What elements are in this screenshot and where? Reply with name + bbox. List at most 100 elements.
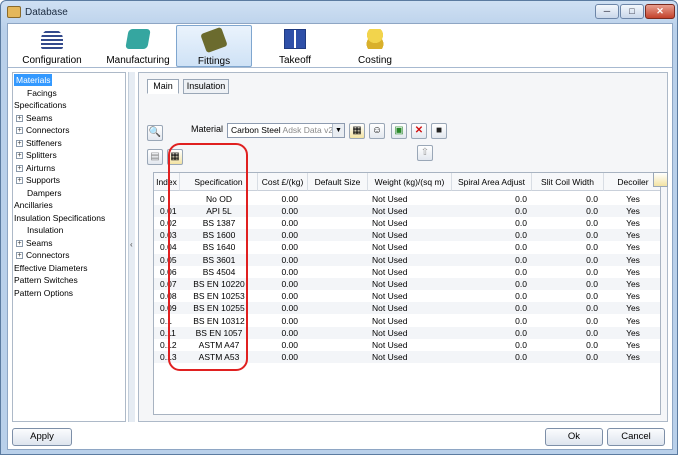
cell-cost[interactable]: 0.00 (258, 241, 298, 253)
expand-icon[interactable]: + (16, 177, 23, 184)
sidebar-item-effective-diameters[interactable]: Effective Diameters (14, 262, 88, 274)
expand-icon[interactable]: + (16, 152, 23, 159)
cancel-button[interactable]: Cancel (607, 428, 665, 446)
user-icon[interactable]: ☺ (369, 123, 385, 139)
cell-spiral-area-adjust[interactable]: 0.0 (452, 205, 527, 217)
sidebar-item-facings[interactable]: Facings (27, 87, 57, 99)
column-header-slit-coil-width[interactable]: Slit Coil Width (532, 173, 604, 191)
cell-decoiler[interactable]: Yes (604, 217, 660, 229)
cell-default-size[interactable] (308, 254, 368, 266)
expand-icon[interactable]: + (16, 139, 23, 147)
sidebar-item-pattern-switches[interactable]: Pattern Switches (14, 274, 78, 286)
sidebar-item-insulation-seams[interactable]: + Seams (16, 237, 52, 249)
cell-default-size[interactable] (308, 327, 368, 339)
cell-decoiler[interactable]: Yes (604, 241, 660, 253)
cell-slit-coil-width[interactable]: 0.0 (532, 193, 598, 205)
cell-cost[interactable]: 0.00 (258, 278, 298, 290)
cell-default-size[interactable] (308, 290, 368, 302)
tab-costing[interactable]: Costing (338, 25, 412, 67)
tab-manufacturing[interactable]: Manufacturing (96, 25, 180, 67)
cell-weight[interactable]: Not Used (372, 315, 452, 327)
sidebar-item-splitters[interactable]: + Splitters (16, 149, 57, 161)
cell-weight[interactable]: Not Used (372, 193, 452, 205)
cell-weight[interactable]: Not Used (372, 339, 452, 351)
column-header-cost[interactable]: Cost £/(kg) (258, 173, 308, 191)
maximize-button[interactable]: □ (620, 4, 644, 19)
cell-slit-coil-width[interactable]: 0.0 (532, 217, 598, 229)
sidebar-item-airturns[interactable]: + Airturns (16, 162, 55, 174)
cell-slit-coil-width[interactable]: 0.0 (532, 205, 598, 217)
sidebar-item-connectors[interactable]: + Connectors (16, 124, 69, 136)
close-button[interactable]: ✕ (645, 4, 675, 19)
cell-slit-coil-width[interactable]: 0.0 (532, 302, 598, 314)
sidebar-item-insulation-specifications[interactable]: Insulation Specifications (14, 212, 105, 224)
cell-cost[interactable]: 0.00 (258, 290, 298, 302)
upload-icon[interactable]: ⇧ (417, 145, 433, 161)
apply-button[interactable]: Apply (12, 428, 72, 446)
cell-default-size[interactable] (308, 229, 368, 241)
material-select[interactable]: Carbon Steel Adsk Data v2 ▼ (227, 123, 345, 138)
cell-slit-coil-width[interactable]: 0.0 (532, 266, 598, 278)
expand-icon[interactable]: + (16, 252, 23, 259)
subtab-insulation[interactable]: Insulation (183, 79, 229, 94)
title-bar[interactable]: Database ─ □ ✕ (1, 1, 677, 23)
cell-slit-coil-width[interactable]: 0.0 (532, 254, 598, 266)
cell-weight[interactable]: Not Used (372, 327, 452, 339)
cell-decoiler[interactable]: Yes (604, 205, 660, 217)
cell-default-size[interactable] (308, 339, 368, 351)
sidebar-item-specifications[interactable]: Specifications (14, 99, 66, 111)
cell-weight[interactable]: Not Used (372, 217, 452, 229)
collapse-arrow-icon[interactable]: ‹ (130, 240, 133, 249)
tab-configuration[interactable]: Configuration (12, 25, 92, 67)
chevron-down-icon[interactable]: ▼ (332, 124, 344, 137)
cell-default-size[interactable] (308, 302, 368, 314)
cell-weight[interactable]: Not Used (372, 302, 452, 314)
cell-cost[interactable]: 0.00 (258, 327, 298, 339)
ok-button[interactable]: Ok (545, 428, 603, 446)
cell-decoiler[interactable]: Yes (604, 229, 660, 241)
cell-spiral-area-adjust[interactable]: 0.0 (452, 193, 527, 205)
cell-default-size[interactable] (308, 193, 368, 205)
cell-spiral-area-adjust[interactable]: 0.0 (452, 278, 527, 290)
cell-cost[interactable]: 0.00 (258, 205, 298, 217)
delete-icon[interactable]: ✕ (411, 123, 427, 139)
cell-cost[interactable]: 0.00 (258, 302, 298, 314)
cell-spiral-area-adjust[interactable]: 0.0 (452, 315, 527, 327)
black-square-icon[interactable]: ■ (431, 123, 447, 139)
cell-default-size[interactable] (308, 266, 368, 278)
cell-spiral-area-adjust[interactable]: 0.0 (452, 351, 527, 363)
cell-decoiler[interactable]: Yes (604, 315, 660, 327)
cell-cost[interactable]: 0.00 (258, 266, 298, 278)
sidebar-item-insulation[interactable]: Insulation (27, 224, 63, 236)
sidebar-item-pattern-options[interactable]: Pattern Options (14, 287, 73, 299)
cell-spiral-area-adjust[interactable]: 0.0 (452, 339, 527, 351)
table-icon[interactable]: ▤ (147, 149, 163, 165)
cell-cost[interactable]: 0.00 (258, 339, 298, 351)
cell-weight[interactable]: Not Used (372, 351, 452, 363)
cell-weight[interactable]: Not Used (372, 290, 452, 302)
column-header-weight[interactable]: Weight (kg)/(sq m) (368, 173, 452, 191)
preview-icon[interactable]: 🔍 (147, 125, 163, 141)
cell-spiral-area-adjust[interactable]: 0.0 (452, 266, 527, 278)
cell-weight[interactable]: Not Used (372, 278, 452, 290)
cell-default-size[interactable] (308, 205, 368, 217)
cell-default-size[interactable] (308, 351, 368, 363)
sidebar-item-insulation-connectors[interactable]: + Connectors (16, 249, 69, 261)
cell-slit-coil-width[interactable]: 0.0 (532, 278, 598, 290)
cell-cost[interactable]: 0.00 (258, 229, 298, 241)
cell-cost[interactable]: 0.00 (258, 193, 298, 205)
cell-decoiler[interactable]: Yes (604, 266, 660, 278)
expand-icon[interactable]: + (16, 239, 23, 247)
cell-slit-coil-width[interactable]: 0.0 (532, 351, 598, 363)
cell-weight[interactable]: Not Used (372, 241, 452, 253)
cell-slit-coil-width[interactable]: 0.0 (532, 290, 598, 302)
cell-weight[interactable]: Not Used (372, 266, 452, 278)
cell-cost[interactable]: 0.00 (258, 351, 298, 363)
cell-cost[interactable]: 0.00 (258, 315, 298, 327)
cell-default-size[interactable] (308, 217, 368, 229)
cell-default-size[interactable] (308, 315, 368, 327)
cell-decoiler[interactable]: Yes (604, 327, 660, 339)
column-header-spiral-area-adjust[interactable]: Spiral Area Adjust (452, 173, 532, 191)
cell-spiral-area-adjust[interactable]: 0.0 (452, 254, 527, 266)
cell-spiral-area-adjust[interactable]: 0.0 (452, 217, 527, 229)
